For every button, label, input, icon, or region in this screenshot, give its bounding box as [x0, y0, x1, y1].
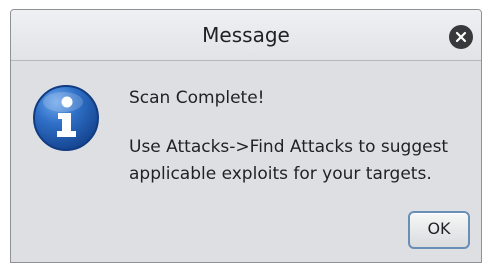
message-line: applicable exploits for your targets. — [129, 164, 432, 184]
message-heading: Scan Complete! — [129, 88, 265, 108]
message-line: Use Attacks->Find Attacks to suggest — [129, 137, 449, 157]
ok-button[interactable]: OK — [408, 211, 470, 249]
dialog-body: Scan Complete! Use Attacks->Find Attacks… — [11, 61, 481, 262]
message-dialog: Message Scan Complete! Use Attacks->Find… — [10, 9, 482, 263]
dialog-titlebar[interactable]: Message — [11, 10, 481, 61]
info-icon — [33, 85, 99, 151]
close-button[interactable] — [449, 25, 473, 49]
dialog-title: Message — [202, 23, 290, 47]
close-icon — [455, 31, 467, 43]
